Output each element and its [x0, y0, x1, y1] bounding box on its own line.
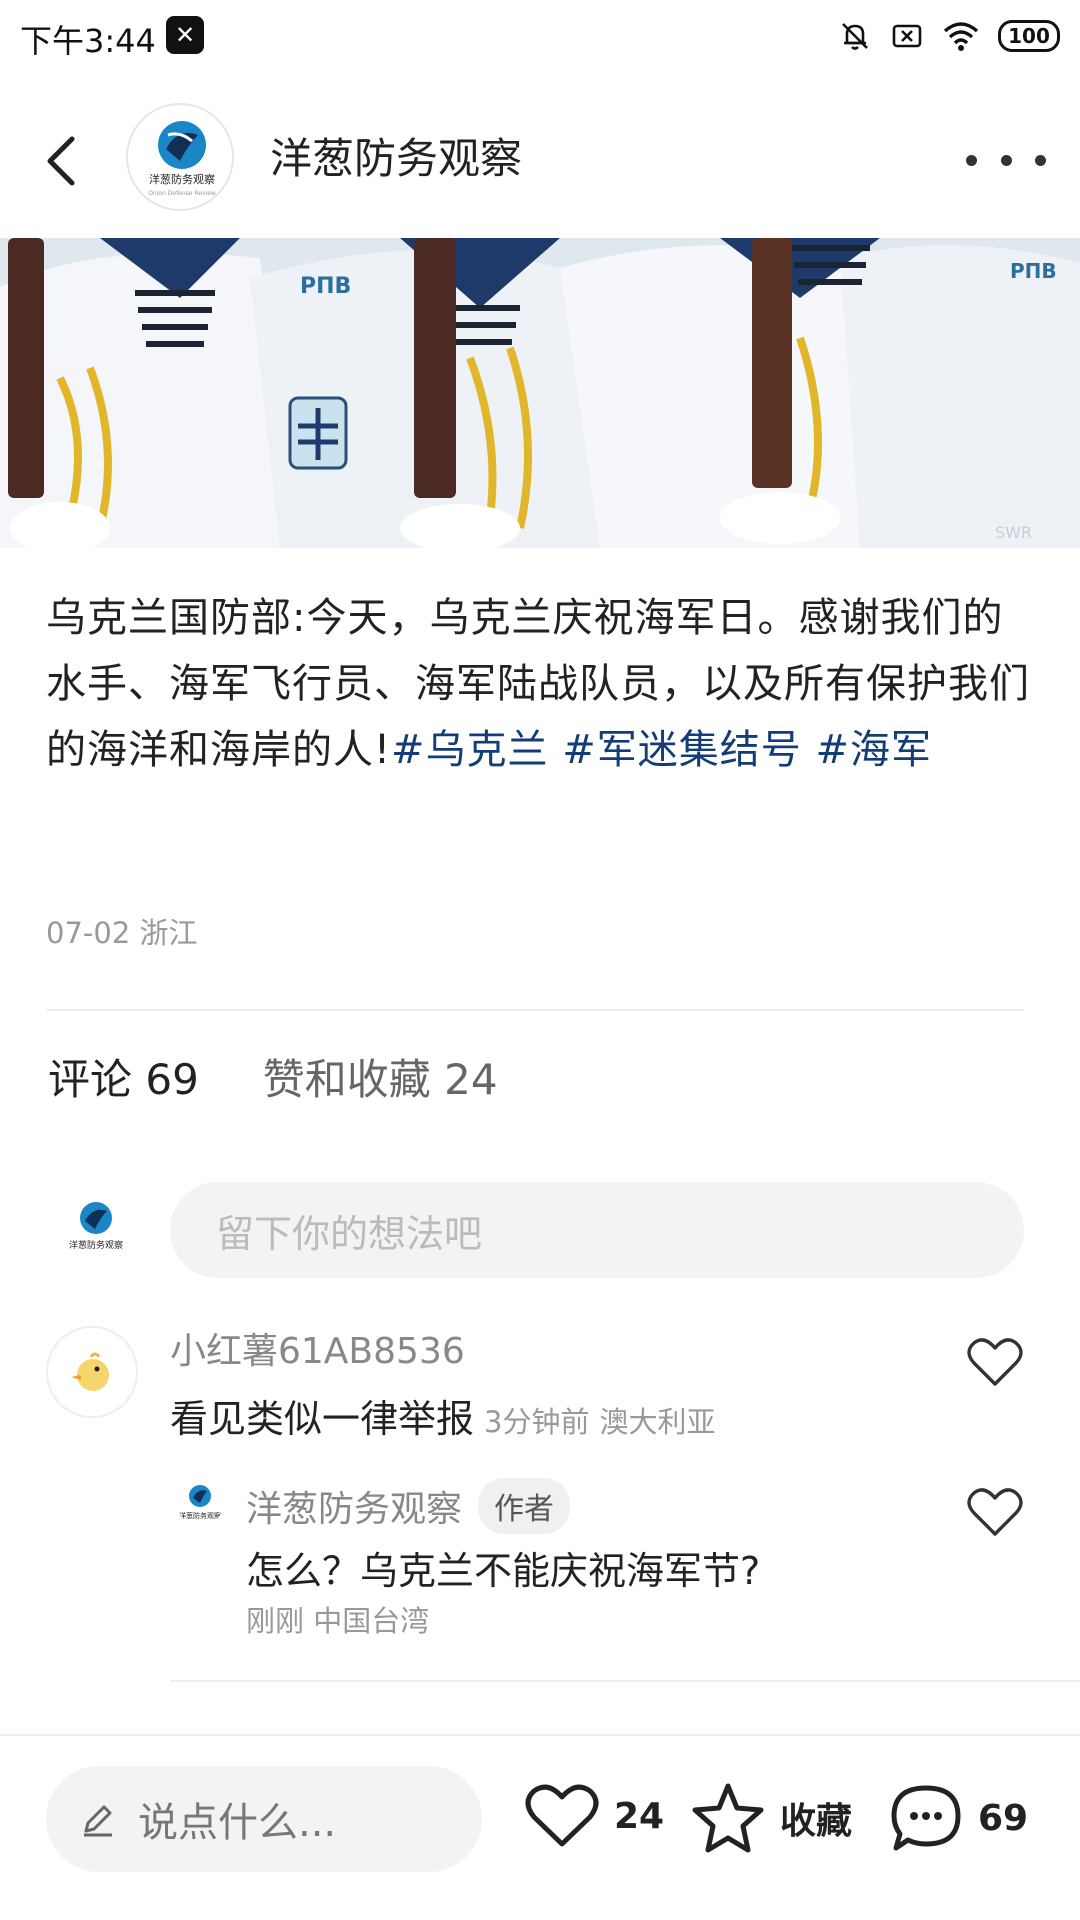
divider [46, 1009, 1024, 1011]
back-button[interactable] [34, 121, 94, 201]
sailors-photo: РПВ РПВ SWR [0, 238, 1080, 548]
author-badge: 作者 [478, 1478, 571, 1534]
post-image[interactable]: РПВ РПВ SWR [0, 238, 1080, 548]
chat-bubble-icon [891, 1785, 961, 1851]
onion-logo-icon: 洋葱防务观察 [69, 1202, 123, 1251]
bottom-action-bar: 说点什么... 24 收藏 69 [0, 1734, 1080, 1920]
comment-text: 看见类似一律举报 3分钟前 澳大利亚 [170, 1388, 715, 1443]
dot-icon [1035, 154, 1046, 166]
tab-likes-favorites[interactable]: 赞和收藏 24 [263, 1046, 498, 1107]
comment-input[interactable]: 留下你的想法吧 [170, 1182, 1024, 1278]
hashtag-ukraine[interactable]: #乌克兰 [391, 727, 549, 773]
post-text: 乌克兰国防部:今天，乌克兰庆祝海军日。感谢我们的水手、海军飞行员、海军陆战队员，… [46, 585, 1036, 783]
comment-content: 看见类似一律举报 [170, 1397, 475, 1441]
avatar-brand-subtext: Onion Defense Review [148, 190, 216, 197]
mute-bell-icon [842, 23, 868, 50]
bottom-input-placeholder: 说点什么... [138, 1800, 337, 1846]
status-icons: 100 [838, 14, 1060, 58]
post-meta: 07-02 浙江 [46, 910, 198, 952]
author-avatar[interactable]: 洋葱防务观察 Onion Defense Review [126, 103, 234, 211]
comment-time: 3分钟前 [484, 1405, 590, 1439]
sleeve-badge: РПВ [300, 274, 351, 299]
status-bar: 下午3:44 ✕ 100 [0, 0, 1080, 72]
comment-count: 69 [978, 1797, 1029, 1839]
reply-author-avatar[interactable]: 洋葱防务观察 [176, 1478, 224, 1526]
reply-like-button[interactable] [966, 1486, 1024, 1538]
reply-location: 中国台湾 [313, 1604, 430, 1638]
more-options-button[interactable] [966, 135, 1046, 185]
wifi-icon [943, 22, 979, 51]
status-time: 下午3:44 [20, 22, 156, 60]
divider [170, 1680, 1080, 1682]
heart-icon [967, 1338, 1023, 1386]
pencil-icon [84, 1805, 112, 1837]
my-avatar: 洋葱防务观察 [58, 1190, 134, 1266]
reply-author-name[interactable]: 洋葱防务观察 [246, 1480, 462, 1532]
hashtag-military-fans[interactable]: #军迷集结号 [562, 727, 802, 773]
author-name[interactable]: 洋葱防务观察 [270, 125, 522, 186]
dot-icon [966, 154, 977, 166]
onion-logo-icon: 洋葱防务观察 [179, 1485, 221, 1520]
header: 洋葱防务观察 Onion Defense Review 洋葱防务观察 [0, 95, 1080, 225]
favorite-button[interactable]: 收藏 [690, 1782, 852, 1854]
duck-icon [71, 1352, 109, 1391]
avatar-brand-text: 洋葱防务观察 [69, 1239, 123, 1251]
dot-icon [1000, 154, 1012, 166]
chevron-left-icon [47, 136, 75, 186]
battery-indicator: 100 [998, 20, 1060, 52]
commenter-name[interactable]: 小红薯61AB8536 [170, 1322, 465, 1374]
heart-icon [525, 1784, 599, 1847]
capcut-icon: ✕ [166, 16, 204, 54]
reply-author: 洋葱防务观察 作者 [246, 1478, 571, 1534]
reply-meta: 刚刚 中国台湾 [246, 1598, 429, 1640]
avatar-brand-text: 洋葱防务观察 [149, 172, 215, 186]
tab-comments[interactable]: 评论 69 [48, 1046, 199, 1107]
sleeve-badge: РПВ [1010, 259, 1057, 283]
post-location: 浙江 [139, 916, 198, 950]
reply-time: 刚刚 [246, 1604, 305, 1638]
comment-tabs: 评论 69 赞和收藏 24 [48, 1046, 498, 1107]
heart-icon [967, 1488, 1023, 1536]
bottom-comment-input[interactable]: 说点什么... [46, 1766, 482, 1872]
star-icon [692, 1783, 764, 1853]
comment-button[interactable]: 69 [888, 1782, 1028, 1854]
comment-location: 澳大利亚 [599, 1405, 716, 1439]
favorite-label: 收藏 [780, 1801, 853, 1842]
onion-logo-icon: 洋葱防务观察 Onion Defense Review [148, 121, 216, 197]
comment-like-button[interactable] [966, 1336, 1024, 1388]
like-button[interactable]: 24 [524, 1782, 664, 1850]
reply-text: 怎么？乌克兰不能庆祝海军节? [246, 1549, 761, 1593]
commenter-avatar[interactable] [46, 1326, 138, 1418]
image-watermark: SWR [995, 523, 1032, 542]
hashtag-navy[interactable]: #海军 [816, 727, 933, 773]
avatar-brand-text: 洋葱防务观察 [179, 1511, 221, 1520]
like-count: 24 [614, 1795, 665, 1837]
post-date: 07-02 [46, 916, 131, 950]
no-sim-icon [892, 24, 922, 48]
